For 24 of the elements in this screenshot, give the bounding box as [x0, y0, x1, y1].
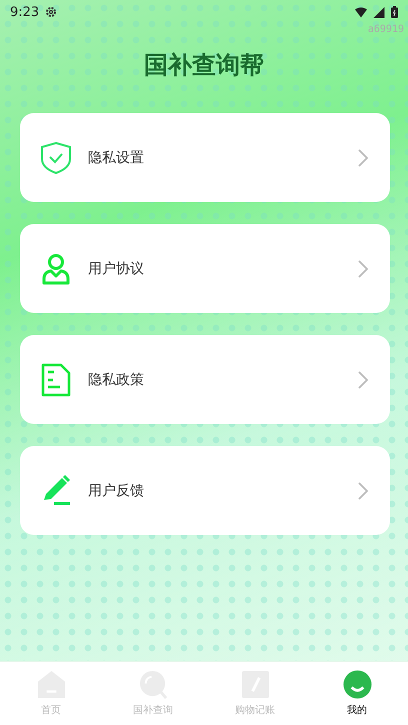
smile-icon [342, 670, 372, 699]
tab[interactable]: 我的 [306, 662, 408, 725]
chevron-right-icon [358, 370, 368, 388]
settings-icon [45, 6, 58, 18]
build-tag: a69919 [368, 24, 404, 35]
battery-icon [391, 6, 398, 18]
chevron-right-icon [358, 260, 368, 278]
menu-label: 隐私政策 [88, 370, 145, 388]
menu-item[interactable]: 用户协议 [20, 224, 390, 313]
status-time: 9:23 [10, 4, 40, 20]
menu-item[interactable]: 用户反馈 [20, 446, 390, 535]
chevron-right-icon [358, 148, 368, 166]
person-icon [40, 252, 72, 286]
menu-label: 用户反馈 [88, 482, 145, 500]
menu-item[interactable]: 隐私设置 [20, 113, 390, 202]
shield-check-icon [40, 140, 72, 174]
chevron-right-icon [358, 482, 368, 500]
signal-icon [373, 6, 385, 18]
document-icon [40, 362, 72, 396]
menu-label: 用户协议 [88, 260, 145, 278]
wifi-icon [355, 6, 367, 18]
app-title: 国补查询帮 [143, 50, 265, 81]
menu-label: 隐私设置 [88, 148, 145, 166]
menu-item[interactable]: 隐私政策 [20, 335, 390, 424]
